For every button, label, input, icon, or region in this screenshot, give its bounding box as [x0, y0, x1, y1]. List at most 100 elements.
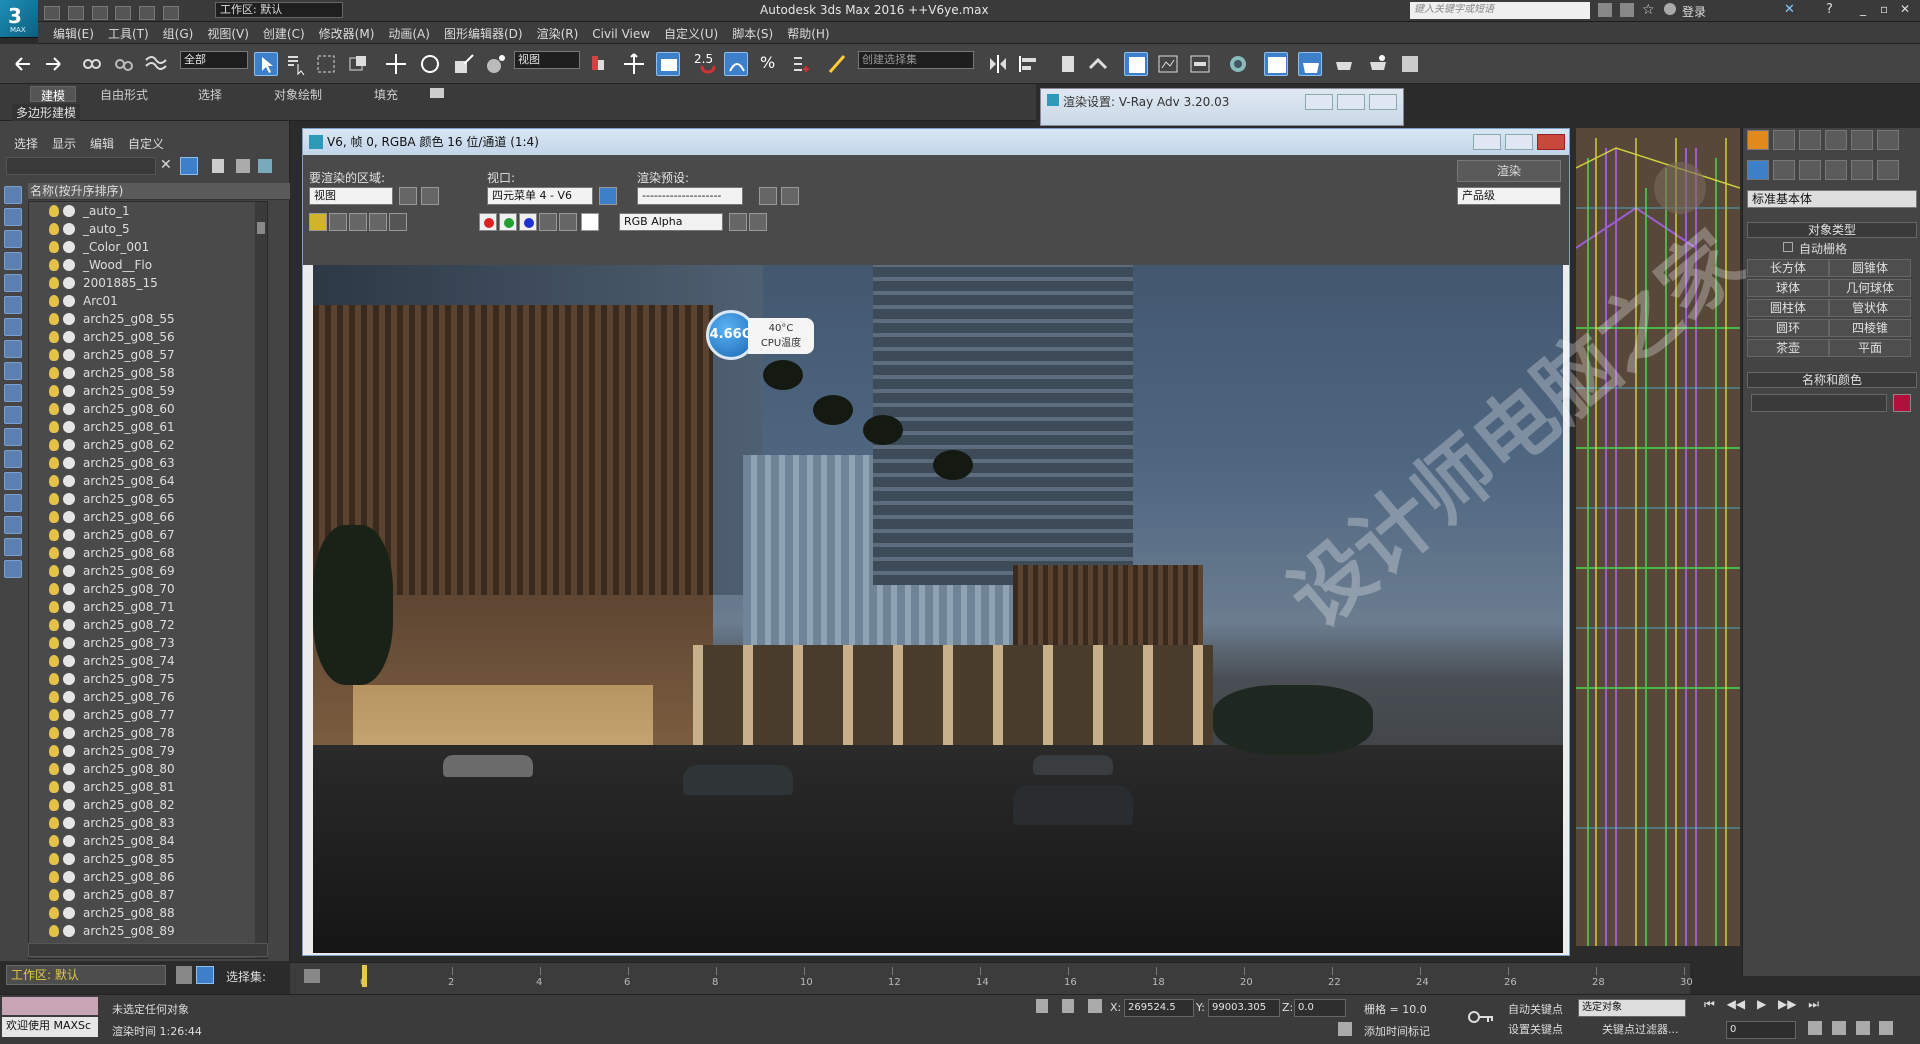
- object-visibility-icon[interactable]: [63, 385, 75, 397]
- list-item[interactable]: arch25_g08_86: [29, 868, 267, 886]
- blue-channel-icon[interactable]: [519, 213, 537, 231]
- area-select[interactable]: 视图: [309, 187, 393, 205]
- mono-icon[interactable]: [559, 213, 577, 231]
- explorer-side-icon-3[interactable]: [4, 252, 22, 270]
- light-bulb-icon[interactable]: [49, 637, 59, 649]
- binoculars-icon[interactable]: [1598, 3, 1612, 17]
- light-bulb-icon[interactable]: [49, 259, 59, 271]
- light-bulb-icon[interactable]: [49, 709, 59, 721]
- list-item[interactable]: 2001885_15: [29, 274, 267, 292]
- explorer-menu-1[interactable]: 显示: [52, 135, 76, 152]
- object-type-button-1[interactable]: 圆锥体: [1829, 259, 1911, 277]
- light-bulb-icon[interactable]: [49, 205, 59, 217]
- current-frame-input[interactable]: 0: [1726, 1021, 1796, 1039]
- light-bulb-icon[interactable]: [49, 781, 59, 793]
- save-image-icon[interactable]: [309, 213, 327, 231]
- object-visibility-icon[interactable]: [63, 205, 75, 217]
- timeline[interactable]: 024681012141618202224262830: [290, 962, 1693, 994]
- render-setup-small-icon[interactable]: [759, 187, 777, 205]
- menu-item-8[interactable]: 渲染(R): [530, 22, 586, 45]
- space-warps-icon[interactable]: [1877, 160, 1899, 180]
- render-in-cloud-icon[interactable]: [1398, 52, 1422, 76]
- ribbon-sub-label[interactable]: 多边形建模: [12, 104, 81, 121]
- explorer-menu-2[interactable]: 编辑: [90, 135, 114, 152]
- rotate-icon[interactable]: [418, 52, 442, 76]
- light-bulb-icon[interactable]: [49, 457, 59, 469]
- object-type-button-8[interactable]: 茶壶: [1747, 339, 1829, 357]
- snap-toggle-icon[interactable]: 2.5: [692, 52, 716, 76]
- cpu-temp-widget[interactable]: 4.66G 40°C CPU温度: [706, 310, 816, 360]
- activeshade-icon[interactable]: [1366, 52, 1390, 76]
- light-bulb-icon[interactable]: [49, 475, 59, 487]
- align-icon[interactable]: [1016, 52, 1040, 76]
- light-bulb-icon[interactable]: [49, 331, 59, 343]
- goto-end-icon[interactable]: ⏭: [1808, 997, 1819, 1011]
- place-icon[interactable]: [484, 52, 508, 76]
- display-tab-icon[interactable]: [1851, 130, 1873, 150]
- lock-icon[interactable]: [212, 159, 224, 173]
- menu-item-1[interactable]: 工具(T): [101, 22, 156, 45]
- key-filters-button[interactable]: 关键点过滤器...: [1602, 1021, 1679, 1037]
- menu-item-9[interactable]: Civil View: [585, 24, 657, 44]
- light-bulb-icon[interactable]: [49, 907, 59, 919]
- explorer-side-icon-15[interactable]: [4, 516, 22, 534]
- object-visibility-icon[interactable]: [63, 565, 75, 577]
- list-item[interactable]: arch25_g08_65: [29, 490, 267, 508]
- light-bulb-icon[interactable]: [49, 817, 59, 829]
- close-icon[interactable]: ✕: [1900, 2, 1910, 16]
- light-bulb-icon[interactable]: [49, 691, 59, 703]
- geometry-icon[interactable]: [1747, 160, 1769, 180]
- explorer-side-icon-5[interactable]: [4, 296, 22, 314]
- list-item[interactable]: arch25_g08_77: [29, 706, 267, 724]
- selection-lock-icon[interactable]: [1062, 999, 1074, 1013]
- list-item[interactable]: arch25_g08_56: [29, 328, 267, 346]
- list-item[interactable]: arch25_g08_74: [29, 652, 267, 670]
- object-visibility-icon[interactable]: [63, 853, 75, 865]
- rs-minimize-icon[interactable]: [1305, 94, 1333, 110]
- autogrid-checkbox[interactable]: [1783, 242, 1793, 252]
- key-icon[interactable]: [1468, 1009, 1494, 1025]
- menu-item-7[interactable]: 图形编辑器(D): [437, 22, 530, 45]
- rfw-maximize-icon[interactable]: [1505, 134, 1533, 150]
- light-bulb-icon[interactable]: [49, 889, 59, 901]
- pan-icon[interactable]: [1855, 1021, 1870, 1035]
- light-bulb-icon[interactable]: [49, 313, 59, 325]
- ribbon-tab-1[interactable]: 自由形式: [100, 86, 148, 102]
- object-visibility-icon[interactable]: [63, 457, 75, 469]
- object-type-rollout[interactable]: 对象类型: [1747, 222, 1917, 238]
- next-frame-icon[interactable]: ▶▶: [1778, 997, 1796, 1011]
- list-item[interactable]: arch25_g08_69: [29, 562, 267, 580]
- list-item[interactable]: arch25_g08_66: [29, 508, 267, 526]
- filter-icon[interactable]: [180, 157, 198, 175]
- list-item[interactable]: arch25_g08_82: [29, 796, 267, 814]
- subscription-icon[interactable]: [1620, 3, 1634, 17]
- scale-icon[interactable]: [452, 52, 476, 76]
- add-time-tag[interactable]: 添加时间标记: [1364, 1023, 1430, 1039]
- mirror-icon[interactable]: [986, 52, 1010, 76]
- undo-icon[interactable]: [115, 6, 132, 20]
- list-item[interactable]: arch25_g08_79: [29, 742, 267, 760]
- layers-icon[interactable]: [176, 966, 192, 984]
- exchange-icon[interactable]: ✕: [1784, 2, 1795, 17]
- menu-item-11[interactable]: 脚本(S): [725, 22, 780, 45]
- explorer-side-icon-8[interactable]: [4, 362, 22, 380]
- list-item[interactable]: arch25_g08_64: [29, 472, 267, 490]
- light-bulb-icon[interactable]: [49, 853, 59, 865]
- angle-snap-icon[interactable]: [724, 52, 748, 76]
- light-bulb-icon[interactable]: [49, 565, 59, 577]
- time-tag-icon[interactable]: [1338, 1022, 1352, 1036]
- light-bulb-icon[interactable]: [49, 421, 59, 433]
- undo-arrow-icon[interactable]: [10, 52, 34, 76]
- explorer-scrollbar[interactable]: [255, 202, 267, 958]
- auto-region-icon[interactable]: [421, 187, 439, 205]
- ribbon-tab-4[interactable]: 填充: [374, 86, 398, 102]
- goto-start-icon[interactable]: ⏮: [1704, 997, 1715, 1011]
- list-item[interactable]: arch25_g08_87: [29, 886, 267, 904]
- light-bulb-icon[interactable]: [49, 673, 59, 685]
- y-coordinate[interactable]: 99003.305: [1208, 999, 1280, 1017]
- list-item[interactable]: arch25_g08_62: [29, 436, 267, 454]
- schematic-view-icon[interactable]: [1156, 52, 1180, 76]
- list-item[interactable]: arch25_g08_80: [29, 760, 267, 778]
- list-item[interactable]: arch25_g08_75: [29, 670, 267, 688]
- menu-item-2[interactable]: 组(G): [156, 22, 201, 45]
